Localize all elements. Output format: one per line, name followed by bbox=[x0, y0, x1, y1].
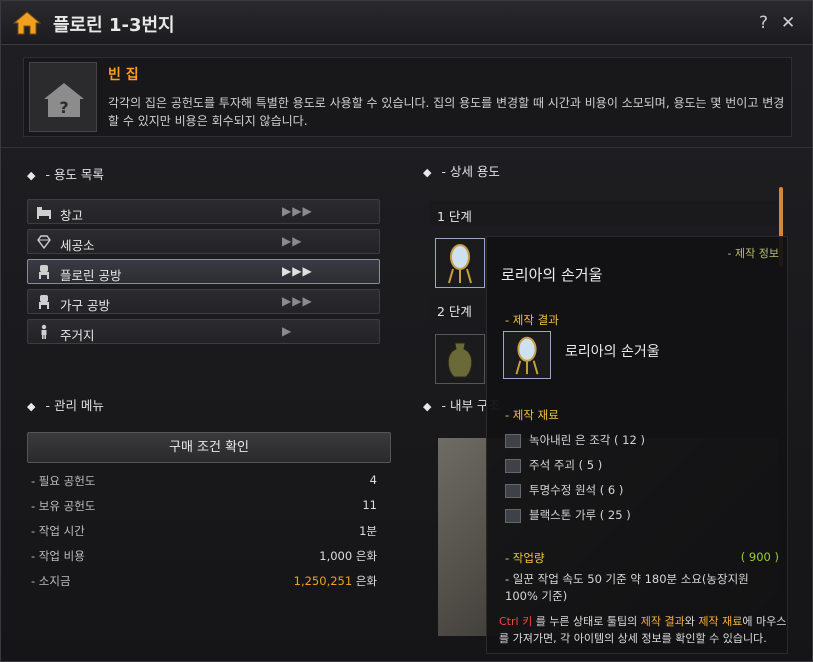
stat-work-cost: - 작업 비용 1,000 은화 bbox=[31, 549, 377, 563]
house-window: 플로린 1-3번지 ? ✕ ? 빈 집 각각의 집은 공헌도를 투자해 특별한 … bbox=[0, 0, 813, 662]
management-menu-heading: ◆ - 관리 메뉴 bbox=[27, 398, 104, 413]
craft-materials-heading: - 제작 재료 bbox=[505, 408, 559, 422]
empty-house-icon: ? bbox=[29, 62, 97, 132]
vase-icon bbox=[447, 342, 473, 378]
usage-item-label: 창고 bbox=[60, 208, 84, 223]
house-info-panel: ? 빈 집 각각의 집은 공헌도를 투자해 특별한 용도로 사용할 수 있습니다… bbox=[23, 57, 792, 137]
stat-money: - 소지금 1,250,251 은화 bbox=[31, 574, 377, 588]
check-purchase-conditions-button[interactable]: 구매 조건 확인 bbox=[27, 432, 391, 463]
workload-value: ( 900 ) bbox=[740, 550, 779, 564]
close-button[interactable]: ✕ bbox=[781, 13, 795, 33]
result-item-name: 로리아의 손거울 bbox=[565, 344, 660, 360]
tooltip-item-name: 로리아의 손거울 bbox=[501, 266, 603, 284]
stat-work-time: - 작업 시간 1분 bbox=[31, 524, 377, 538]
result-item-slot[interactable] bbox=[503, 331, 551, 379]
diamond-icon bbox=[37, 235, 51, 250]
money-amount: 1,250,251 bbox=[293, 574, 353, 588]
hand-mirror-icon bbox=[515, 336, 539, 375]
tin-ingot-icon bbox=[505, 458, 521, 473]
usage-item-florin-workshop[interactable]: 플로린 공방 ▶▶▶ bbox=[27, 259, 380, 284]
usage-item-residence[interactable]: 주거지 ▶ bbox=[27, 319, 380, 344]
item-slot-hand-mirror[interactable] bbox=[435, 238, 485, 288]
level-arrows: ▶ bbox=[282, 324, 293, 338]
level-arrows: ▶▶▶ bbox=[282, 204, 313, 218]
crafting-tooltip: - 제작 정보 로리아의 손거울 - 제작 결과 로리아의 손거울 - 제작 재… bbox=[486, 236, 788, 654]
usage-item-label: 세공소 bbox=[60, 238, 95, 253]
bed-icon bbox=[37, 207, 51, 219]
usage-item-label: 주거지 bbox=[60, 328, 95, 343]
level-arrows: ▶▶ bbox=[282, 234, 303, 248]
stat-required-contribution: - 필요 공헌도 4 bbox=[31, 473, 377, 488]
home-icon bbox=[13, 11, 41, 35]
blackstone-powder-icon bbox=[505, 508, 521, 523]
detail-usage-heading: ◆ - 상세 용도 bbox=[423, 164, 500, 179]
material-item[interactable]: 블랙스톤 가루 ( 25 ) bbox=[505, 507, 631, 523]
tooltip-tag: - 제작 정보 bbox=[727, 247, 779, 260]
usage-item-storage[interactable]: 창고 ▶▶▶ bbox=[27, 199, 380, 224]
stage1-bar bbox=[429, 201, 779, 225]
svg-text:?: ? bbox=[59, 98, 68, 117]
help-button[interactable]: ? bbox=[759, 13, 768, 33]
stat-owned-contribution: - 보유 공헌도 11 bbox=[31, 498, 377, 513]
hand-mirror-icon bbox=[448, 244, 472, 284]
material-item[interactable]: 투명수정 원석 ( 6 ) bbox=[505, 482, 623, 498]
diamond-bullet-icon: ◆ bbox=[27, 169, 36, 182]
usage-item-label: 플로린 공방 bbox=[60, 268, 122, 283]
diamond-bullet-icon: ◆ bbox=[423, 400, 432, 413]
stage2-label: 2 단계 bbox=[437, 304, 472, 319]
material-item[interactable]: 주석 주괴 ( 5 ) bbox=[505, 457, 602, 473]
house-description: 각각의 집은 공헌도를 투자해 특별한 용도로 사용할 수 있습니다. 집의 용… bbox=[108, 96, 785, 128]
title-bar[interactable]: 플로린 1-3번지 ? ✕ bbox=[1, 1, 812, 45]
chair-icon bbox=[39, 295, 49, 309]
diamond-bullet-icon: ◆ bbox=[27, 400, 36, 413]
window-title: 플로린 1-3번지 bbox=[53, 15, 175, 36]
tooltip-hint: Ctrl 키 를 누른 상태로 툴팁의 제작 결과와 제작 재료에 마우스를 가… bbox=[499, 615, 787, 645]
level-arrows: ▶▶▶ bbox=[282, 294, 313, 308]
usage-item-workshop[interactable]: 세공소 ▶▶ bbox=[27, 229, 380, 254]
chair-icon bbox=[39, 265, 49, 279]
house-status-title: 빈 집 bbox=[108, 67, 139, 83]
diamond-bullet-icon: ◆ bbox=[423, 166, 432, 179]
item-slot-vase[interactable] bbox=[435, 334, 485, 384]
person-icon bbox=[41, 324, 47, 339]
usage-list-heading: ◆ - 용도 목록 bbox=[27, 167, 104, 182]
level-arrows: ▶▶▶ bbox=[282, 264, 313, 278]
usage-item-label: 가구 공방 bbox=[60, 298, 110, 313]
clear-crystal-ore-icon bbox=[505, 483, 521, 498]
usage-item-furniture-workshop[interactable]: 가구 공방 ▶▶▶ bbox=[27, 289, 380, 314]
craft-result-heading: - 제작 결과 bbox=[505, 313, 559, 327]
silver-fragment-icon bbox=[505, 433, 521, 448]
material-item[interactable]: 녹아내린 은 조각 ( 12 ) bbox=[505, 432, 645, 448]
section-divider bbox=[1, 147, 812, 148]
stage1-label: 1 단계 bbox=[437, 209, 472, 224]
workload-heading: - 작업량 bbox=[505, 551, 545, 565]
workload-note: - 일꾼 작업 속도 50 기준 약 180분 소요(농장지원 100% 기준) bbox=[505, 572, 749, 603]
